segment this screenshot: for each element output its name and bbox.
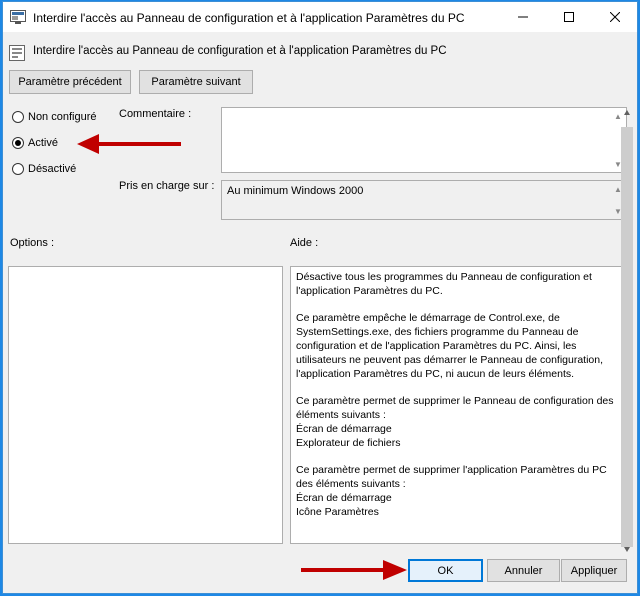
maximize-button[interactable]	[546, 2, 592, 32]
options-pane	[8, 266, 283, 544]
radio-not-configured[interactable]: Non configuré	[12, 111, 97, 123]
supported-on-value: Au minimum Windows 2000	[227, 185, 364, 197]
help-paragraph: Ce paramètre empêche le démarrage de Con…	[296, 312, 604, 380]
supported-on-label: Pris en charge sur :	[119, 180, 215, 192]
radio-label: Désactivé	[28, 163, 77, 175]
next-setting-button[interactable]: Paramètre suivant	[139, 70, 253, 94]
title-bar: Interdire l'accès au Panneau de configur…	[3, 2, 637, 32]
radio-label: Activé	[28, 137, 58, 149]
policy-dialog: Interdire l'accès au Panneau de configur…	[2, 1, 638, 594]
comment-label: Commentaire :	[119, 108, 192, 120]
radio-label: Non configuré	[28, 111, 97, 123]
radio-button[interactable]	[12, 111, 24, 123]
close-icon	[610, 12, 620, 22]
radio-disabled[interactable]: Désactivé	[12, 163, 76, 175]
apply-button[interactable]: Appliquer	[561, 559, 627, 582]
policy-name: Interdire l'accès au Panneau de configur…	[33, 45, 447, 57]
previous-setting-button[interactable]: Paramètre précédent	[9, 70, 131, 94]
options-label: Options :	[10, 237, 55, 249]
minimize-icon	[518, 16, 528, 18]
scrollbar-thumb[interactable]	[621, 127, 633, 547]
ok-button[interactable]: OK	[408, 559, 483, 582]
help-pane: Désactive tous les programmes du Panneau…	[290, 266, 631, 544]
scroll-down-icon[interactable]	[623, 545, 631, 553]
policy-setting-icon	[9, 45, 25, 61]
help-label: Aide :	[290, 237, 319, 249]
dialog-scrollbar[interactable]	[619, 107, 635, 552]
annotation-arrow-enabled	[77, 134, 181, 154]
maximize-icon	[564, 12, 574, 22]
window-title: Interdire l'accès au Panneau de configur…	[33, 11, 465, 25]
minimize-button[interactable]	[500, 2, 546, 32]
radio-button[interactable]	[12, 163, 24, 175]
radio-button[interactable]	[12, 137, 24, 149]
comment-textarea[interactable]: ▲ ▼	[221, 107, 627, 173]
scroll-up-icon[interactable]	[623, 109, 631, 117]
radio-selected-dot	[15, 140, 21, 146]
close-button[interactable]	[592, 2, 638, 32]
help-paragraph: Désactive tous les programmes du Panneau…	[296, 271, 592, 297]
help-paragraph: Ce paramètre permet de supprimer l'appli…	[296, 464, 607, 518]
radio-enabled[interactable]: Activé	[12, 137, 58, 149]
help-text: Désactive tous les programmes du Panneau…	[296, 271, 614, 533]
annotation-arrow-ok	[301, 560, 407, 580]
supported-on-field: Au minimum Windows 2000 ▲ ▼	[221, 180, 627, 220]
policy-app-icon	[10, 10, 26, 24]
cancel-button[interactable]: Annuler	[487, 559, 560, 582]
help-paragraph: Ce paramètre permet de supprimer le Pann…	[296, 395, 614, 449]
